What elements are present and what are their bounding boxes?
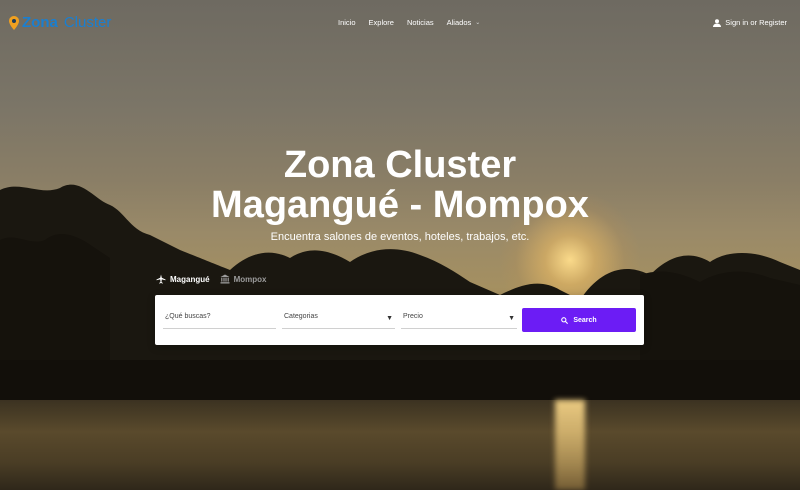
search-form: ¿Qué buscas? Categorias ▼ Precio ▼ Searc…: [155, 295, 644, 345]
site-logo[interactable]: Zona Cluster: [9, 14, 111, 31]
signin-label: Sign in or Register: [725, 18, 787, 27]
sun-reflection: [555, 400, 585, 490]
user-icon: [713, 18, 722, 27]
site-header: Zona Cluster Inicio Explore Noticias Ali…: [0, 0, 800, 46]
nav-item-aliados[interactable]: Aliados ⌄: [447, 18, 481, 27]
nav-item-explore[interactable]: Explore: [369, 18, 394, 27]
airplane-icon: [156, 274, 166, 284]
search-icon: [561, 316, 569, 324]
nav-item-noticias[interactable]: Noticias: [407, 18, 434, 27]
price-select[interactable]: Precio ▼: [401, 305, 517, 329]
tab-mompox[interactable]: Mompox: [220, 274, 267, 284]
tab-magangue[interactable]: Magangué: [156, 274, 210, 284]
hero-title-line1: Zona Cluster: [283, 144, 517, 186]
signin-link[interactable]: Sign in or Register: [713, 18, 787, 27]
map-pin-icon: [9, 15, 19, 30]
chevron-down-icon: ⌄: [475, 20, 481, 26]
hero-background: [0, 0, 800, 490]
river: [0, 400, 800, 490]
price-select-label: Precio: [403, 313, 423, 320]
tab-magangue-label: Magangué: [170, 274, 210, 284]
location-tabs: Magangué Mompox: [156, 274, 266, 284]
caret-down-icon: ▼: [386, 315, 393, 322]
caret-down-icon: ▼: [508, 315, 515, 322]
category-select-label: Categorias: [284, 313, 318, 320]
category-select[interactable]: Categorias ▼: [282, 305, 395, 329]
search-button-label: Search: [573, 316, 597, 324]
search-button[interactable]: Search: [522, 308, 636, 332]
hero: Zona Cluster Magangué - Mompox Encuentra…: [0, 145, 800, 243]
logo-text-light: Cluster: [63, 14, 112, 31]
search-input[interactable]: ¿Qué buscas?: [163, 305, 276, 329]
hero-title-line2: Magangué - Mompox: [211, 184, 589, 226]
hero-subtitle: Encuentra salones de eventos, hoteles, t…: [270, 231, 530, 243]
logo-text-bold: Zona: [22, 14, 58, 31]
nav-item-aliados-label: Aliados: [446, 18, 472, 27]
tab-mompox-label: Mompox: [233, 274, 267, 284]
main-nav: Inicio Explore Noticias Aliados ⌄: [338, 18, 480, 27]
bank-icon: [220, 274, 230, 284]
search-input-placeholder: ¿Qué buscas?: [165, 313, 211, 320]
nav-item-inicio[interactable]: Inicio: [338, 18, 356, 27]
